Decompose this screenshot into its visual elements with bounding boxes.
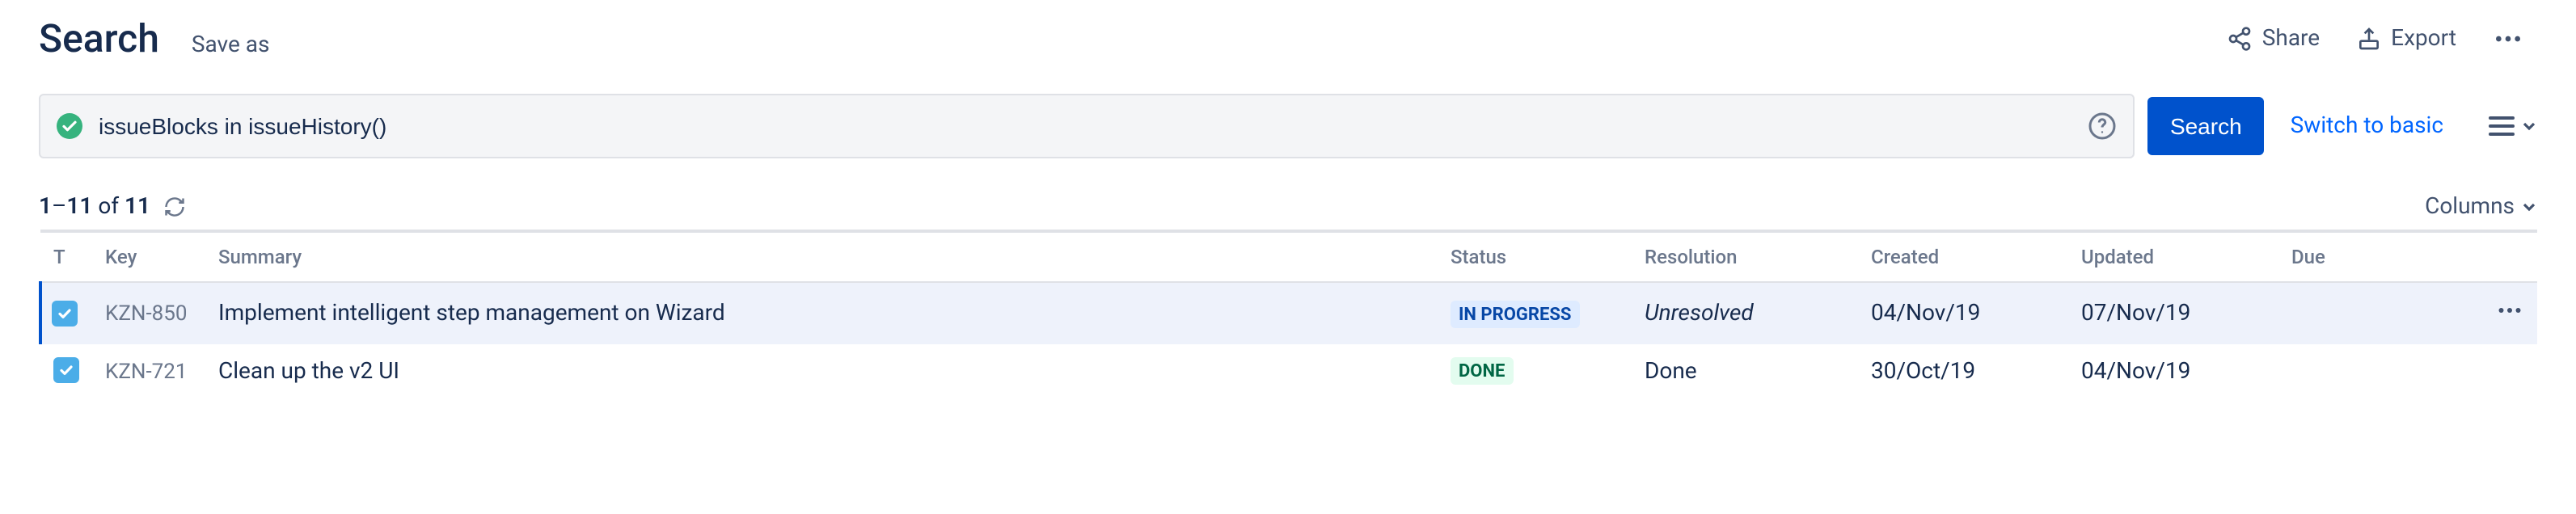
count-total: 11 bbox=[125, 194, 150, 220]
results-table: T Key Summary Status Resolution Created … bbox=[39, 230, 2537, 398]
more-horizontal-icon bbox=[2492, 23, 2524, 55]
table-row[interactable]: KZN-850 Implement intelligent step manag… bbox=[40, 282, 2537, 344]
page-title: Search bbox=[39, 16, 159, 61]
share-label: Share bbox=[2262, 26, 2320, 52]
share-button[interactable]: Share bbox=[2214, 16, 2333, 61]
col-status[interactable]: Status bbox=[1438, 231, 1632, 282]
col-resolution[interactable]: Resolution bbox=[1632, 231, 1858, 282]
issue-summary-link[interactable]: Clean up the v2 UI bbox=[218, 358, 399, 384]
search-bar-row: Search Switch to basic bbox=[39, 94, 2537, 158]
export-label: Export bbox=[2391, 26, 2456, 52]
chevron-down-icon bbox=[2521, 118, 2537, 134]
jql-input[interactable] bbox=[99, 113, 2071, 139]
col-key[interactable]: Key bbox=[92, 231, 205, 282]
more-actions-button[interactable] bbox=[2479, 13, 2537, 65]
columns-label: Columns bbox=[2425, 194, 2515, 220]
switch-to-basic-link[interactable]: Switch to basic bbox=[2291, 113, 2443, 139]
valid-query-icon bbox=[57, 113, 82, 139]
task-type-icon bbox=[53, 357, 79, 383]
layout-toggle-button[interactable] bbox=[2489, 115, 2537, 137]
help-icon[interactable] bbox=[2088, 112, 2117, 141]
due-date bbox=[2278, 344, 2473, 398]
results-meta-row: 1–11 of 11 Columns bbox=[39, 194, 2537, 220]
chevron-down-icon bbox=[2521, 199, 2537, 215]
result-count: 1–11 of 11 bbox=[39, 194, 186, 220]
created-date: 30/Oct/19 bbox=[1858, 344, 2068, 398]
jql-input-container[interactable] bbox=[39, 94, 2135, 158]
status-badge: IN PROGRESS bbox=[1451, 300, 1579, 327]
issue-key-link[interactable]: KZN-850 bbox=[105, 302, 187, 327]
count-from: 1 bbox=[39, 194, 52, 220]
issue-key-link[interactable]: KZN-721 bbox=[105, 360, 187, 384]
save-as-button[interactable]: Save as bbox=[192, 32, 270, 58]
row-more-button[interactable] bbox=[2495, 305, 2524, 331]
table-header: T Key Summary Status Resolution Created … bbox=[40, 231, 2537, 282]
due-date bbox=[2278, 282, 2473, 344]
task-type-icon bbox=[52, 300, 78, 326]
col-updated[interactable]: Updated bbox=[2068, 231, 2278, 282]
issue-summary-link[interactable]: Implement intelligent step management on… bbox=[218, 301, 725, 327]
col-actions bbox=[2473, 231, 2537, 282]
columns-button[interactable]: Columns bbox=[2425, 194, 2537, 220]
col-summary[interactable]: Summary bbox=[205, 231, 1438, 282]
page-header: Search Save as Share Export bbox=[39, 13, 2537, 65]
table-row[interactable]: KZN-721 Clean up the v2 UI DONE Done 30/… bbox=[40, 344, 2537, 398]
col-created[interactable]: Created bbox=[1858, 231, 2068, 282]
export-icon bbox=[2355, 26, 2381, 52]
list-view-icon bbox=[2489, 115, 2518, 137]
col-due[interactable]: Due bbox=[2278, 231, 2473, 282]
export-button[interactable]: Export bbox=[2342, 16, 2469, 61]
col-type[interactable]: T bbox=[40, 231, 92, 282]
count-to: 11 bbox=[66, 194, 92, 220]
status-badge: DONE bbox=[1451, 357, 1513, 385]
resolution-text: Unresolved bbox=[1645, 301, 1754, 327]
share-icon bbox=[2227, 26, 2253, 52]
count-of-word: of bbox=[98, 194, 119, 220]
header-actions: Share Export bbox=[2214, 13, 2537, 65]
resolution-text: Done bbox=[1645, 358, 1697, 384]
search-button[interactable]: Search bbox=[2147, 97, 2265, 155]
updated-date: 04/Nov/19 bbox=[2068, 344, 2278, 398]
refresh-icon[interactable] bbox=[163, 196, 186, 218]
table-body: KZN-850 Implement intelligent step manag… bbox=[40, 282, 2537, 398]
created-date: 04/Nov/19 bbox=[1858, 282, 2068, 344]
updated-date: 07/Nov/19 bbox=[2068, 282, 2278, 344]
header-left: Search Save as bbox=[39, 16, 269, 61]
